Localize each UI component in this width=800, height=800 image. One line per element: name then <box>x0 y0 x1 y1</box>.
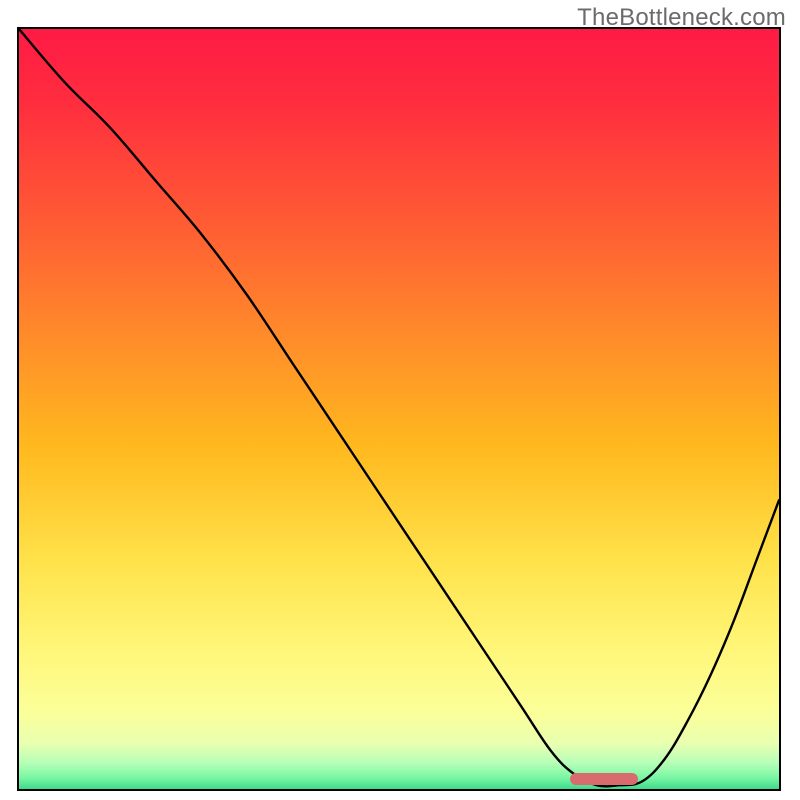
optimal-marker <box>570 773 638 785</box>
curve-line <box>19 29 779 789</box>
plot-area <box>17 27 781 791</box>
chart-container: TheBottleneck.com <box>0 0 800 800</box>
